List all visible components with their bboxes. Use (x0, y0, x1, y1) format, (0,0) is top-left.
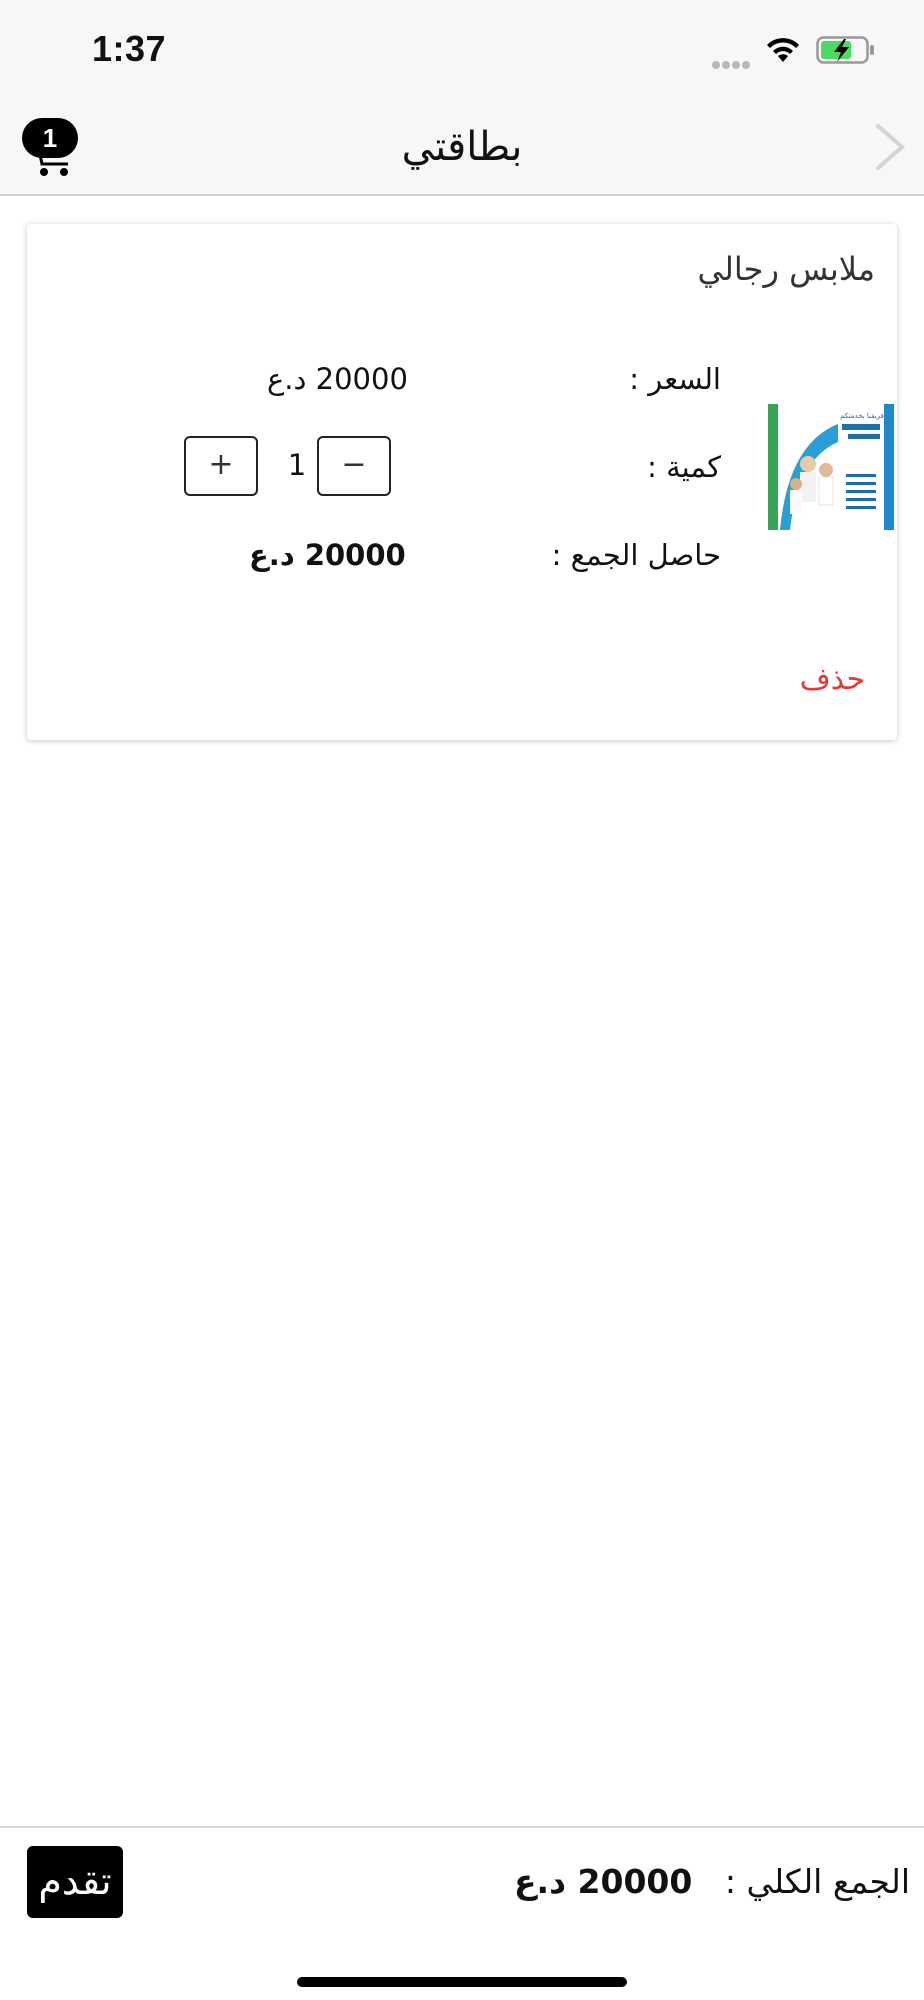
grand-total-label: الجمع الكلي : (724, 1862, 910, 1901)
quantity-value: 1 (287, 448, 307, 482)
home-indicator (297, 1977, 627, 1987)
signal-dots-icon (712, 54, 756, 69)
delete-button[interactable]: حذف (800, 662, 865, 697)
page-title: بطاقتي (401, 124, 523, 170)
status-bar: 1:37 (0, 0, 924, 100)
nav-bar: 1 بطاقتي (0, 100, 924, 196)
price-label: السعر : (629, 362, 721, 396)
battery-charging-icon (816, 36, 874, 64)
status-time: 1:37 (92, 28, 167, 69)
decrease-quantity-button[interactable]: − (317, 436, 391, 496)
wifi-icon (767, 38, 799, 62)
product-image-caption: فريقنا بخدمتكم (840, 412, 884, 420)
grand-total-value: 20000 د.ع (514, 1862, 693, 1901)
chevron-right-icon[interactable] (872, 122, 908, 172)
checkout-bar: الجمع الكلي : 20000 د.ع تقدم (0, 1826, 924, 2000)
subtotal-label: حاصل الجمع : (551, 538, 721, 572)
subtotal-value: 20000 د.ع (249, 538, 406, 572)
quantity-label: كمية : (647, 450, 721, 484)
price-value: 20000 د.ع (267, 362, 408, 396)
cart-item-card: ملابس رجالي فريقنا بخدمتكم السعر : 20000… (27, 224, 897, 740)
proceed-button[interactable]: تقدم (27, 1846, 123, 1918)
product-image: فريقنا بخدمتكم (768, 404, 894, 530)
product-name: ملابس رجالي (697, 250, 875, 288)
increase-quantity-button[interactable]: + (184, 436, 258, 496)
